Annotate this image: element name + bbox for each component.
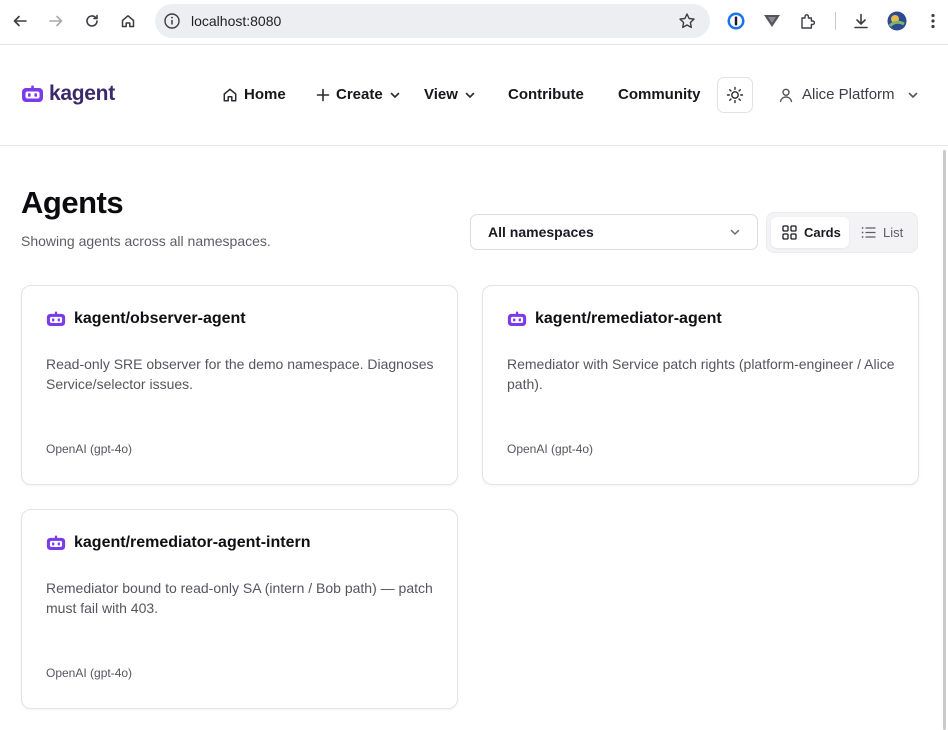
site-info-icon[interactable] (163, 12, 181, 30)
logo-text: kagent (49, 82, 115, 105)
list-icon (861, 227, 876, 238)
forward-icon[interactable] (43, 8, 69, 34)
agent-description: Read-only SRE observer for the demo name… (46, 356, 434, 392)
agent-description: Remediator bound to read-only SA (intern… (46, 580, 433, 616)
nav-home-label: Home (244, 86, 286, 103)
cards-view-button[interactable]: Cards (771, 217, 849, 248)
toolbar-separator (835, 12, 836, 30)
page-subtitle: Showing agents across all namespaces. (21, 233, 271, 249)
agent-name: kagent/remediator-agent (535, 310, 722, 327)
nav-community-label: Community (618, 86, 701, 103)
nav-create-label: Create (336, 86, 383, 103)
address-bar[interactable]: localhost:8080 (155, 4, 710, 38)
nav-view[interactable]: View (424, 86, 476, 103)
profile-avatar-icon[interactable] (887, 11, 907, 31)
page-scrollbar[interactable] (943, 150, 946, 730)
chevron-down-icon (908, 92, 917, 98)
browser-menu-icon[interactable] (923, 11, 943, 31)
agent-description: Remediator with Service patch rights (pl… (507, 356, 895, 392)
namespace-select-value: All namespaces (488, 224, 594, 240)
nav-create[interactable]: Create (316, 86, 401, 103)
url-text: localhost:8080 (191, 13, 282, 29)
user-menu[interactable]: Alice Platform (778, 86, 919, 103)
agent-card-header: kagent/remediator-agent (507, 310, 722, 328)
user-name: Alice Platform (802, 86, 895, 103)
agent-card[interactable]: kagent/remediator-agent Remediator with … (482, 285, 919, 485)
page-title: Agents (21, 185, 124, 220)
list-view-label: List (883, 225, 904, 240)
nav-contribute[interactable]: Contribute (508, 86, 584, 103)
sun-icon (726, 86, 744, 104)
chevron-down-icon (390, 92, 400, 98)
app-header: kagent Home Create View Contribute Commu… (0, 45, 948, 146)
robot-icon (46, 311, 66, 326)
user-icon (779, 88, 793, 102)
list-view-button[interactable]: List (861, 217, 915, 248)
shield-extension-icon[interactable] (762, 11, 782, 31)
nav-home[interactable]: Home (222, 86, 286, 103)
nav-view-label: View (424, 86, 458, 103)
agent-card[interactable]: kagent/remediator-agent-intern Remediato… (21, 509, 458, 709)
home-icon[interactable] (115, 8, 141, 34)
view-mode-toggle: Cards List (766, 212, 918, 253)
back-icon[interactable] (7, 8, 33, 34)
robot-logo-icon (22, 85, 43, 102)
agent-card-header: kagent/observer-agent (46, 310, 246, 328)
bookmark-star-icon[interactable] (678, 12, 696, 30)
namespace-select[interactable]: All namespaces (470, 214, 758, 250)
theme-toggle-button[interactable] (717, 77, 753, 113)
chevron-down-icon (465, 92, 475, 98)
agent-model: OpenAI (gpt-4o) (46, 442, 133, 456)
nav-community[interactable]: Community (618, 86, 701, 103)
agent-model: OpenAI (gpt-4o) (507, 442, 594, 456)
agent-name: kagent/observer-agent (74, 310, 246, 327)
download-icon[interactable] (851, 11, 871, 31)
robot-icon (507, 311, 527, 326)
grid-icon (782, 225, 797, 240)
reload-icon[interactable] (79, 8, 105, 34)
agent-name: kagent/remediator-agent-intern (74, 534, 311, 551)
agent-card-header: kagent/remediator-agent-intern (46, 534, 310, 552)
agent-card[interactable]: kagent/observer-agent Read-only SRE obse… (21, 285, 458, 485)
browser-toolbar: localhost:8080 (0, 0, 948, 45)
chevron-down-icon (730, 229, 740, 235)
cards-view-label: Cards (804, 225, 841, 240)
password-manager-extension-icon[interactable] (726, 11, 746, 31)
extensions-puzzle-icon[interactable] (798, 11, 818, 31)
agent-model: OpenAI (gpt-4o) (46, 666, 133, 680)
plus-icon (316, 88, 330, 101)
house-icon (223, 88, 237, 101)
nav-contribute-label: Contribute (508, 86, 584, 103)
robot-icon (46, 535, 66, 550)
kagent-logo[interactable]: kagent (21, 82, 115, 106)
